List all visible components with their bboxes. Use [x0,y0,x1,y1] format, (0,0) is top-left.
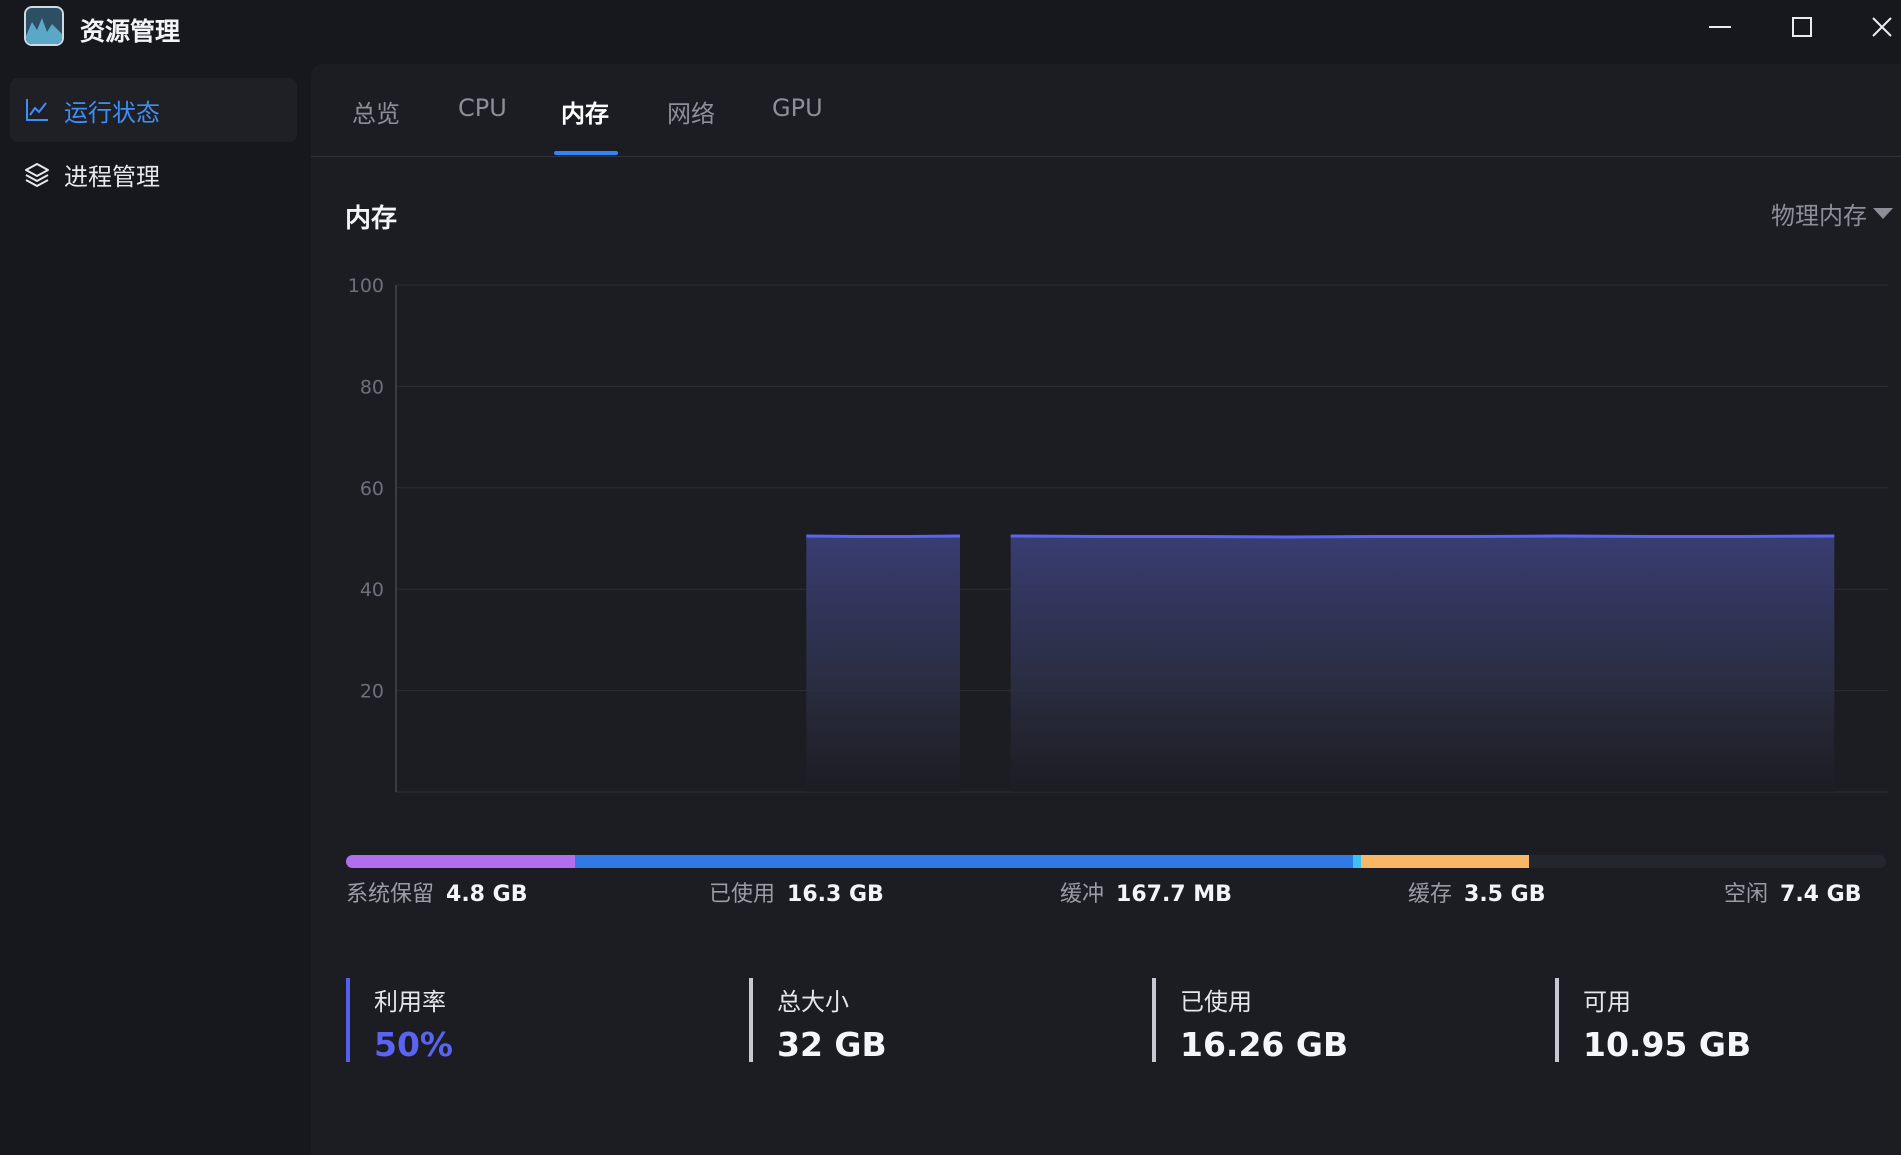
legend-value: 7.4 GB [1780,882,1862,907]
y-tick-label: 40 [360,579,384,601]
legend-used: 已使用 16.3 GB [709,876,884,908]
memory-usage-line [806,534,961,538]
memory-chart: 100 80 60 40 20 [348,275,1888,793]
memory-bar-segment [346,855,576,868]
legend-label: 系统保留 [346,882,435,907]
stat-label: 可用 [1583,988,1631,1016]
stat-value: 50% [374,1025,453,1064]
legend-value: 4.8 GB [446,882,528,907]
legend-buffer: 缓冲 167.7 MB [1060,876,1232,908]
legend-label: 已使用 [709,882,776,907]
stat-total-size: 总大小 32 GB [749,978,887,1064]
memory-bar-segment [1353,855,1361,868]
stat-label: 利用率 [374,988,446,1016]
legend-label: 缓存 [1408,882,1453,907]
y-tick-label: 80 [360,376,384,398]
memory-area-segment [1010,536,1835,792]
legend-label: 空闲 [1724,882,1769,907]
memory-usage-line [1010,534,1835,539]
y-tick-label: 20 [360,681,384,703]
memory-bar-segment [1528,855,1886,868]
stat-utilization: 利用率 50% [346,978,453,1064]
memory-area-segment [806,536,960,792]
stat-value: 10.95 GB [1583,1025,1752,1064]
legend-value: 16.3 GB [787,882,884,907]
legend-value: 3.5 GB [1464,882,1546,907]
legend-free: 空闲 7.4 GB [1724,876,1861,908]
memory-bar-segment [575,855,1354,868]
y-tick-label: 60 [360,478,384,500]
legend-value: 167.7 MB [1116,882,1232,907]
stat-available: 可用 10.95 GB [1555,978,1752,1064]
memory-bar-segment [1360,855,1529,868]
legend-cache: 缓存 3.5 GB [1408,876,1545,908]
stat-value: 32 GB [777,1025,887,1064]
stat-label: 已使用 [1180,988,1252,1016]
legend-system-reserved: 系统保留 4.8 GB [346,876,527,908]
memory-breakdown-bar [346,855,1886,868]
stat-used: 已使用 16.26 GB [1152,978,1349,1064]
y-tick-label: 100 [348,275,384,297]
stat-value: 16.26 GB [1180,1025,1349,1064]
legend-label: 缓冲 [1060,882,1105,907]
stat-label: 总大小 [777,988,849,1016]
